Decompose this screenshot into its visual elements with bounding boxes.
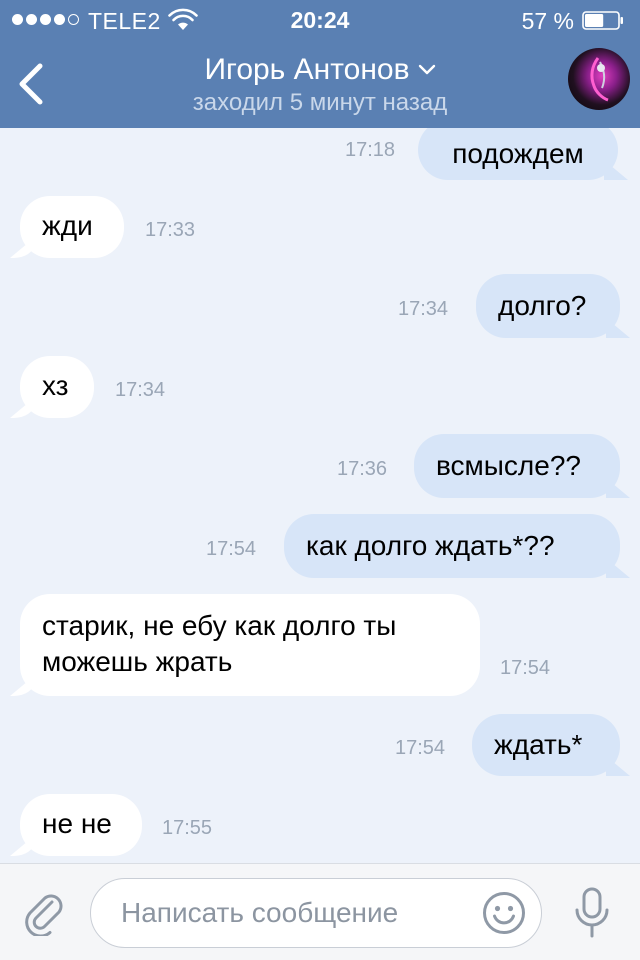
message-outgoing[interactable]: всмысле?? (414, 434, 620, 498)
smiley-icon[interactable] (482, 891, 526, 935)
chat-title[interactable]: Игорь Антонов заходил 5 минут назад (120, 52, 520, 118)
message-text-line: можешь жрать (42, 646, 233, 677)
message-input[interactable] (90, 878, 542, 948)
message-outgoing[interactable]: ждать* (472, 714, 620, 776)
message-outgoing[interactable]: подождем (418, 128, 618, 180)
message-outgoing[interactable]: как долго ждать*?? (284, 514, 620, 578)
message-text-line: старик, не ебу как долго ты (42, 610, 397, 641)
message-time: 17:54 (206, 538, 257, 560)
message-bubble[interactable]: жди (20, 196, 124, 258)
battery-percent: 57 % (521, 8, 574, 34)
message-time: 17:36 (337, 458, 388, 480)
message-incoming[interactable]: жди (20, 196, 124, 258)
compose-bar (0, 863, 640, 960)
avatar[interactable] (568, 48, 630, 110)
message-time: 17:54 (500, 657, 551, 679)
message-time: 17:18 (345, 139, 396, 161)
message-outgoing[interactable]: долго? (476, 274, 620, 338)
avatar-image (590, 57, 609, 102)
message-text: не не (42, 808, 112, 839)
battery-icon (582, 11, 623, 30)
message-bubble[interactable]: старик, не ебу как долго ты можешь жрать (20, 594, 480, 696)
header: TELE2 20:24 57 % Игорь Антонов заходил 5… (0, 0, 640, 128)
message-bubble[interactable]: хз (20, 356, 94, 418)
message-text: ждать* (494, 729, 583, 760)
message-incoming[interactable]: хз (20, 356, 94, 418)
message-bubble[interactable]: подождем (418, 128, 618, 180)
message-bubble[interactable]: ждать* (472, 714, 620, 776)
paperclip-icon[interactable] (22, 890, 68, 936)
message-bubble[interactable]: как долго ждать*?? (284, 514, 620, 578)
message-time: 17:34 (398, 298, 449, 320)
status-bar: TELE2 20:24 57 % (0, 0, 640, 40)
microphone-icon[interactable] (572, 886, 612, 940)
chevron-down-icon[interactable] (418, 64, 436, 76)
contact-name[interactable]: Игорь Антонов (204, 52, 409, 88)
message-time: 17:55 (162, 817, 213, 839)
back-icon[interactable] (14, 62, 50, 106)
message-time: 17:34 (115, 379, 166, 401)
message-text: долго? (498, 290, 587, 321)
message-text: всмысле?? (436, 450, 581, 481)
message-text: как долго ждать*?? (306, 530, 555, 561)
message-incoming[interactable]: не не (20, 794, 142, 856)
message-bubble[interactable]: всмысле?? (414, 434, 620, 498)
message-time: 17:54 (395, 737, 446, 759)
message-incoming[interactable]: старик, не ебу как долго ты можешь жрать (20, 594, 480, 696)
contact-last-seen: заходил 5 минут назад (192, 89, 448, 116)
message-text: подождем (452, 138, 584, 169)
message-text: хз (42, 370, 69, 401)
nav-bar: Игорь Антонов заходил 5 минут назад (0, 40, 640, 128)
message-time: 17:33 (145, 219, 196, 241)
message-text: жди (42, 210, 93, 241)
message-bubble[interactable]: не не (20, 794, 142, 856)
contact-name-row[interactable]: Игорь Антонов (204, 52, 435, 88)
message-bubble[interactable]: долго? (476, 274, 620, 338)
message-list[interactable]: подождем 17:18 жди 17:33 долго? 17:34 хз… (0, 128, 640, 863)
